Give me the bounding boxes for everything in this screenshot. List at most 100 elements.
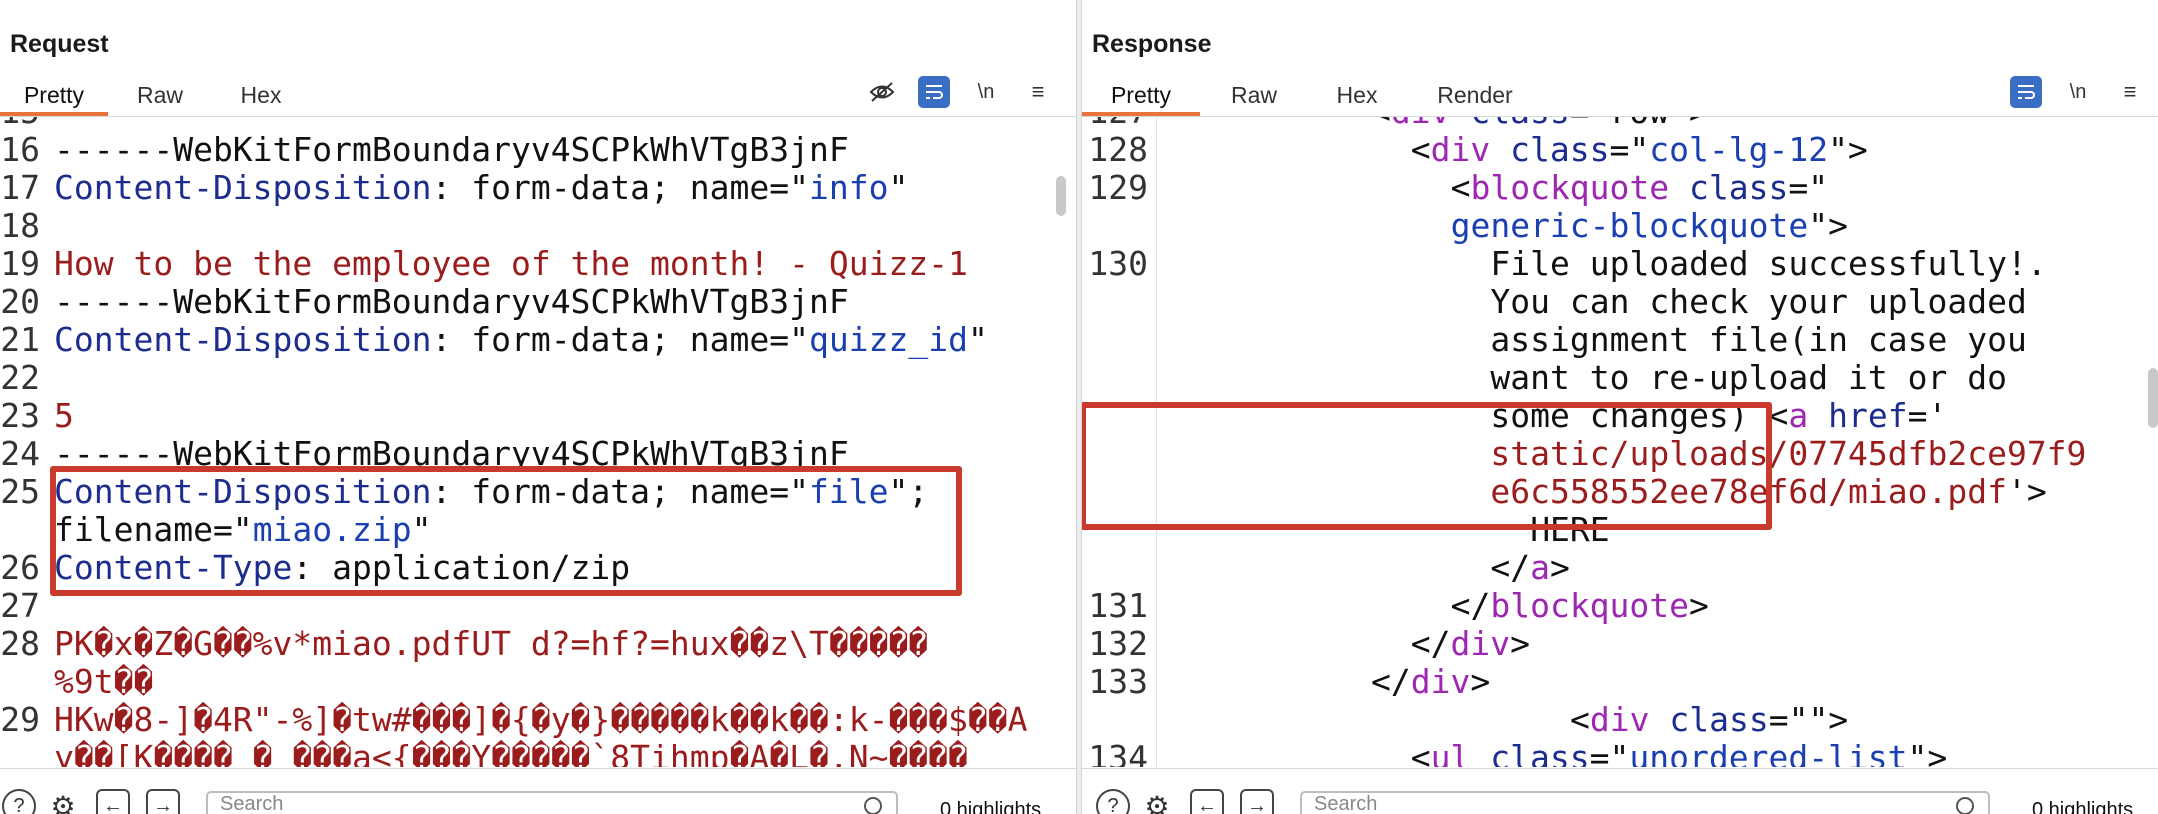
line-number: 133 <box>1088 662 1148 701</box>
code-text: <ul class="unordered-list"> <box>1411 738 1948 768</box>
code-line: 18 <box>0 207 1076 245</box>
code-line: 20 ------WebKitFormBoundaryv4SCPkWhVTgB3j… <box>0 283 1076 321</box>
request-search-input[interactable]: Search <box>206 791 898 814</box>
line-number: 24 <box>0 434 40 473</box>
forward-arrow-icon[interactable]: → <box>146 789 180 814</box>
line-number: 17 <box>0 168 40 207</box>
code-line: 129 <blockquote class=" <box>1082 169 2158 207</box>
code-token: Content-Disposition <box>54 168 432 207</box>
text-wrap-icon[interactable] <box>2010 76 2042 108</box>
tab-pretty[interactable]: Pretty <box>0 76 108 116</box>
code-token: assignment file(in case you <box>1490 320 2027 359</box>
code-text: </a> <box>1490 549 1570 587</box>
code-token: div <box>1410 662 1471 701</box>
line-number: 25 <box>0 472 40 511</box>
code-text: y��[K���� � ���a<{���Y�����`8Tihmp�A�L�.… <box>54 739 968 768</box>
code-token: div <box>1450 624 1511 663</box>
code-token: > <box>1550 548 1570 587</box>
code-text: Content-Disposition: form-data; name="qu… <box>54 321 988 359</box>
code-text: %9t�� <box>54 663 153 701</box>
line-number: 127 <box>1082 117 1148 131</box>
code-token: > <box>1470 662 1491 701</box>
code-token: < <box>1371 117 1391 131</box>
request-bottom-bar: ? ⚙ ← → Search 0 highlights <box>0 768 1076 814</box>
gear-icon[interactable]: ⚙ <box>1140 789 1174 814</box>
code-line: 19 How to be the employee of the month! -… <box>0 245 1076 283</box>
code-text: You can check your uploaded <box>1490 283 2026 321</box>
code-line: 130 File uploaded successfully!. <box>1082 245 2158 283</box>
code-token: generic-blockquote <box>1450 206 1809 245</box>
code-text: </div> <box>1411 625 1530 663</box>
code-line: 133 </div> <box>1082 663 2158 701</box>
code-text: How to be the employee of the month! - Q… <box>54 245 968 283</box>
request-highlights-count: 0 highlights <box>940 799 1042 814</box>
text-wrap-icon[interactable] <box>918 76 950 108</box>
line-number: 19 <box>0 244 40 283</box>
code-token: PK�x�Z�G��%v*miao.pdfUT d?=hf?=hux��z\T�… <box>54 624 929 663</box>
code-token: div <box>1430 130 1491 169</box>
code-text: </div> <box>1371 663 1490 701</box>
code-line: want to re-upload it or do <box>1082 359 2158 397</box>
code-line: y��[K���� � ���a<{���Y�����`8Tihmp�A�L�.… <box>0 739 1076 768</box>
code-line: <div class=""> <box>1082 701 2158 739</box>
code-token: ------WebKitFormBoundaryv4SCPkWhVTgB3jnF <box>54 282 849 321</box>
newline-toggle-icon[interactable]: \n <box>2062 76 2094 108</box>
tab-hex[interactable]: Hex <box>232 76 290 116</box>
code-text: <div class="col-lg-12"> <box>1411 131 1868 169</box>
search-icon <box>1956 797 1974 814</box>
code-token: =' <box>1907 396 1948 435</box>
response-bottom-bar: ? ⚙ ← → Search 0 highlights <box>1082 768 2158 814</box>
help-icon[interactable]: ? <box>2 789 36 814</box>
back-arrow-icon[interactable]: ← <box>1190 789 1224 814</box>
code-token: =""> <box>1768 700 1849 739</box>
forward-arrow-icon[interactable]: → <box>1240 789 1274 814</box>
code-token: "> <box>1907 738 1948 768</box>
code-token: =" <box>1788 168 1829 207</box>
tab-pretty[interactable]: Pretty <box>1082 76 1200 116</box>
code-token: blockquote <box>1470 168 1670 207</box>
tab-raw[interactable]: Raw <box>1222 76 1286 116</box>
line-number: 16 <box>0 130 40 169</box>
code-line: 132 </div> <box>1082 625 2158 663</box>
line-number: 21 <box>0 320 40 359</box>
code-token: class <box>1470 738 1590 768</box>
request-scrollbar[interactable] <box>1056 176 1066 216</box>
code-line: 17 Content-Disposition: form-data; name="… <box>0 169 1076 207</box>
code-token: < <box>1410 130 1431 169</box>
eye-off-icon[interactable] <box>866 76 898 108</box>
code-token: : form-data; name=" <box>431 168 810 207</box>
code-text: <blockquote class=" <box>1451 169 1829 207</box>
menu-icon[interactable]: ≡ <box>2114 76 2146 108</box>
response-scrollbar[interactable] <box>2148 368 2158 428</box>
code-text: assignment file(in case you <box>1490 321 2026 359</box>
code-token: col-lg-12 <box>1649 130 1829 169</box>
code-token: : form-data; name=" <box>431 320 810 359</box>
code-token: </ <box>1371 662 1411 701</box>
menu-icon[interactable]: ≡ <box>1022 76 1054 108</box>
code-line: %9t�� <box>0 663 1076 701</box>
code-token: ="row"> <box>1570 117 1709 131</box>
search-icon <box>864 797 882 814</box>
code-token: want to re-upload it or do <box>1490 358 2007 397</box>
code-token: HKw�8-]�4R"-%]�tw#���]�{�y�}�����k��k��:… <box>54 700 1028 739</box>
back-arrow-icon[interactable]: ← <box>96 789 130 814</box>
code-line: generic-blockquote"> <box>1082 207 2158 245</box>
code-token: </ <box>1450 586 1491 625</box>
code-line: </a> <box>1082 549 2158 587</box>
code-line: 29 HKw�8-]�4R"-%]�tw#���]�{�y�}�����k��k�… <box>0 701 1076 739</box>
tab-hex[interactable]: Hex <box>1328 76 1386 116</box>
tab-raw[interactable]: Raw <box>128 76 192 116</box>
help-icon[interactable]: ? <box>1096 789 1130 814</box>
line-number: 128 <box>1088 130 1148 169</box>
code-line: 127 <div class="row"> <box>1082 117 2158 131</box>
code-text: <div class=""> <box>1570 701 1848 739</box>
code-token: Content-Disposition <box>54 320 432 359</box>
gear-icon[interactable]: ⚙ <box>46 789 80 814</box>
code-token: " <box>888 168 909 207</box>
response-search-input[interactable]: Search <box>1300 791 1990 814</box>
newline-toggle-icon[interactable]: \n <box>970 76 1002 108</box>
code-token: You can check your uploaded <box>1490 282 2027 321</box>
request-editor[interactable]: 1516 ------WebKitFormBoundaryv4SCPkWhVTgB… <box>0 117 1076 767</box>
tab-render[interactable]: Render <box>1430 76 1520 116</box>
code-line: 15 <box>0 117 1076 131</box>
